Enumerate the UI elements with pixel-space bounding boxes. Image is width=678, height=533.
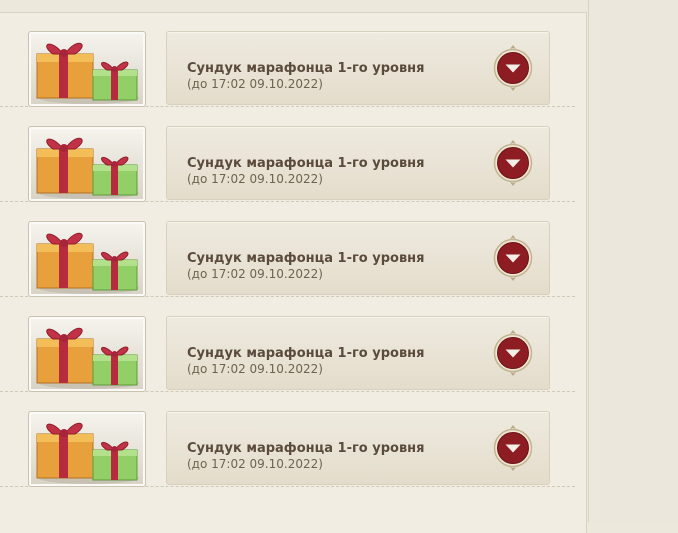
- gift-boxes-icon: [28, 31, 146, 107]
- expand-down-icon: [493, 45, 533, 91]
- gift-boxes-icon: [28, 126, 146, 202]
- chest-title: Сундук марафонца 1-го уровня: [187, 61, 425, 76]
- chest-card: Сундук марафонца 1-го уровня (до 17:02 0…: [166, 126, 550, 200]
- chest-title: Сундук марафонца 1-го уровня: [187, 156, 425, 171]
- chest-expiry: (до 17:02 09.10.2022): [187, 457, 323, 471]
- expand-down-icon: [493, 425, 533, 471]
- expand-button[interactable]: [493, 424, 533, 472]
- panel-divider: [588, 0, 589, 522]
- list-item: Сундук марафонца 1-го уровня (до 17:02 0…: [0, 107, 575, 202]
- chest-expiry: (до 17:02 09.10.2022): [187, 362, 323, 376]
- expand-button[interactable]: [493, 139, 533, 187]
- expand-button[interactable]: [493, 329, 533, 377]
- expand-down-icon: [493, 330, 533, 376]
- gift-boxes-icon: [28, 316, 146, 392]
- chest-card: Сундук марафонца 1-го уровня (до 17:02 0…: [166, 31, 550, 105]
- chest-expiry: (до 17:02 09.10.2022): [187, 77, 323, 91]
- chest-title: Сундук марафонца 1-го уровня: [187, 251, 425, 266]
- chest-card: Сундук марафонца 1-го уровня (до 17:02 0…: [166, 316, 550, 390]
- chest-card: Сундук марафонца 1-го уровня (до 17:02 0…: [166, 221, 550, 295]
- expand-down-icon: [493, 235, 533, 281]
- chest-expiry: (до 17:02 09.10.2022): [187, 267, 323, 281]
- gift-boxes-icon: [28, 221, 146, 297]
- chest-card: Сундук марафонца 1-го уровня (до 17:02 0…: [166, 411, 550, 485]
- list-item: Сундук марафонца 1-го уровня (до 17:02 0…: [0, 392, 575, 487]
- list-item: Сундук марафонца 1-го уровня (до 17:02 0…: [0, 12, 575, 107]
- chest-title: Сундук марафонца 1-го уровня: [187, 441, 425, 456]
- expand-button[interactable]: [493, 44, 533, 92]
- right-background: [593, 0, 678, 522]
- list-item: Сундук марафонца 1-го уровня (до 17:02 0…: [0, 297, 575, 392]
- list-item: Сундук марафонца 1-го уровня (до 17:02 0…: [0, 202, 575, 297]
- chest-title: Сундук марафонца 1-го уровня: [187, 346, 425, 361]
- chest-expiry: (до 17:02 09.10.2022): [187, 172, 323, 186]
- expand-button[interactable]: [493, 234, 533, 282]
- chest-list: Сундук марафонца 1-го уровня (до 17:02 0…: [0, 12, 586, 487]
- gift-boxes-icon: [28, 411, 146, 487]
- expand-down-icon: [493, 140, 533, 186]
